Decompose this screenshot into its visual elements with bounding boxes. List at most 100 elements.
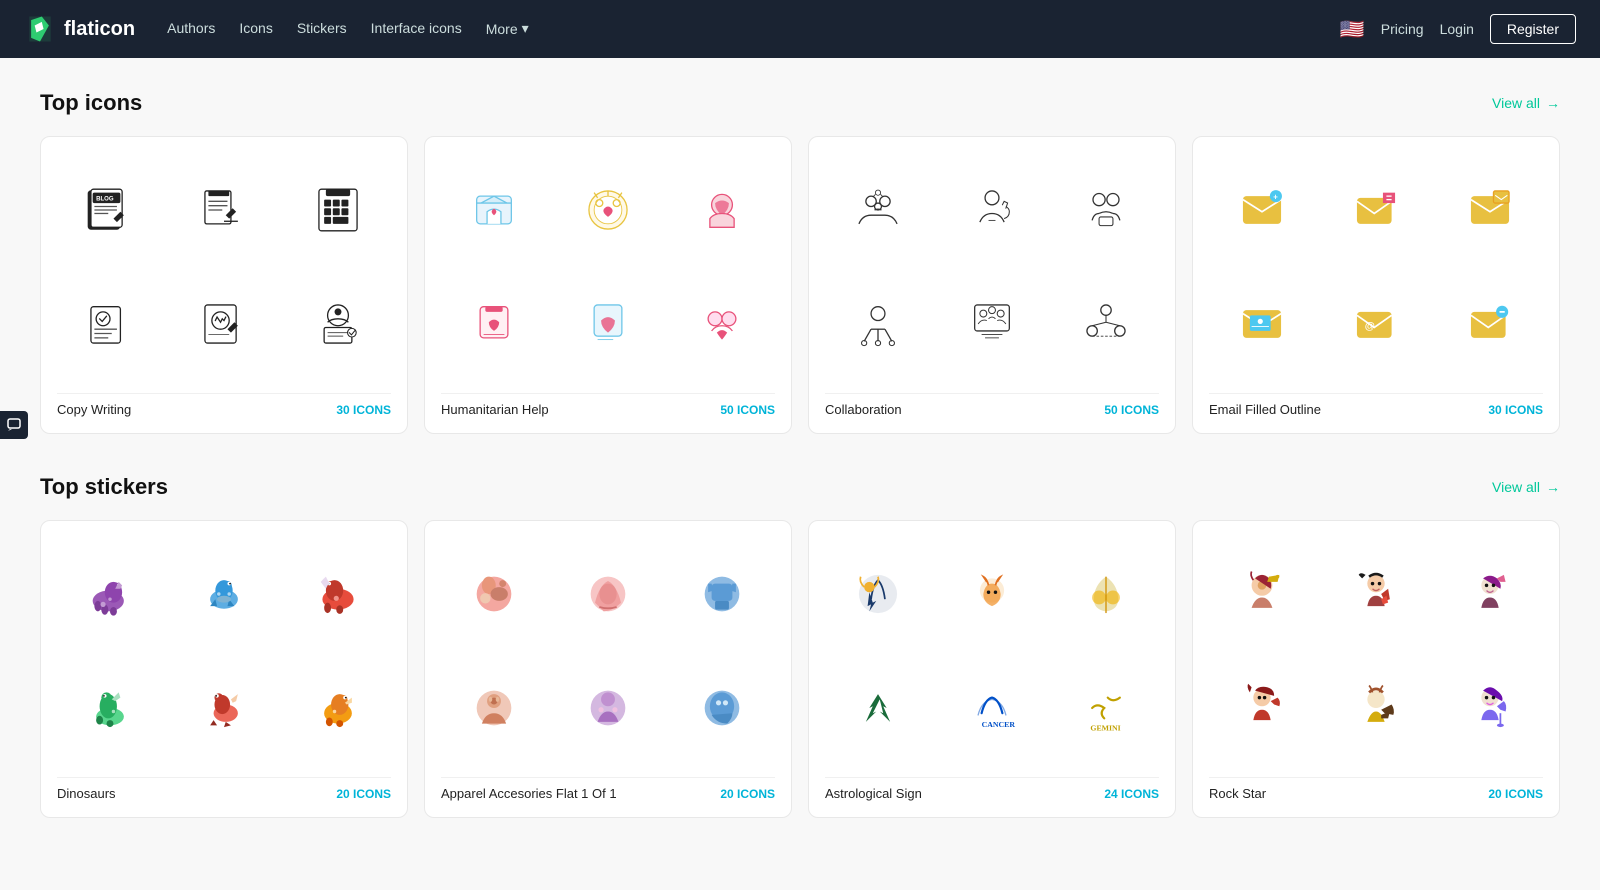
- pack-icons-copywriting: BLOG: [57, 157, 391, 377]
- top-stickers-header: Top stickers View all →: [40, 474, 1560, 500]
- icon-cell: [1437, 271, 1543, 377]
- sticker-cell: [441, 541, 547, 647]
- sticker-cell: [285, 541, 391, 647]
- pack-footer: Apparel Accesories Flat 1 Of 1 20 ICONS: [441, 777, 775, 801]
- pack-card-copywriting[interactable]: BLOG: [40, 136, 408, 434]
- pack-footer: Rock Star 20 ICONS: [1209, 777, 1543, 801]
- main-content: Top icons View all → BLOG: [0, 58, 1600, 890]
- sticker-cell: [825, 655, 931, 761]
- sticker-cell: [171, 655, 277, 761]
- login-link[interactable]: Login: [1440, 21, 1474, 37]
- nav-right: 🇺🇸 Pricing Login Register: [1340, 14, 1576, 44]
- sticker-cell: CANCER: [939, 655, 1045, 761]
- pack-icons-email: +: [1209, 157, 1543, 377]
- logo-icon: [24, 13, 56, 45]
- icon-cell: +: [1209, 157, 1315, 263]
- pack-name: Astrological Sign: [825, 786, 922, 801]
- pack-footer: Collaboration 50 ICONS: [825, 393, 1159, 417]
- nav-links: Authors Icons Stickers Interface icons M…: [167, 20, 529, 38]
- arrow-right-icon: →: [1546, 479, 1560, 495]
- pack-name: Rock Star: [1209, 786, 1266, 801]
- pack-card-apparel[interactable]: Apparel Accesories Flat 1 Of 1 20 ICONS: [424, 520, 792, 818]
- pack-card-rockstar[interactable]: Rock Star 20 ICONS: [1192, 520, 1560, 818]
- pack-stickers-apparel: [441, 541, 775, 761]
- pack-count: 20 ICONS: [336, 787, 391, 801]
- top-icons-grid: BLOG: [40, 136, 1560, 434]
- icon-cell: [669, 271, 775, 377]
- icon-cell: [939, 271, 1045, 377]
- icon-cell: [441, 157, 547, 263]
- sticker-cell: [939, 541, 1045, 647]
- language-flag[interactable]: 🇺🇸: [1340, 17, 1365, 42]
- sticker-cell: [171, 541, 277, 647]
- sticker-cell: [825, 541, 931, 647]
- sticker-cell: [57, 541, 163, 647]
- pack-count: 50 ICONS: [1104, 403, 1159, 417]
- pack-name: Copy Writing: [57, 402, 131, 417]
- icon-cell: [1437, 157, 1543, 263]
- pricing-link[interactable]: Pricing: [1381, 21, 1424, 37]
- top-icons-view-all[interactable]: View all →: [1492, 95, 1560, 111]
- nav-stickers[interactable]: Stickers: [297, 20, 347, 36]
- icon-cell: [285, 271, 391, 377]
- pack-count: 24 ICONS: [1104, 787, 1159, 801]
- top-stickers-view-all[interactable]: View all →: [1492, 479, 1560, 495]
- pack-count: 50 ICONS: [720, 403, 775, 417]
- sticker-cell: [555, 541, 661, 647]
- top-stickers-title: Top stickers: [40, 474, 168, 500]
- sticker-cell: [1437, 541, 1543, 647]
- pack-card-humanitarian[interactable]: Humanitarian Help 50 ICONS: [424, 136, 792, 434]
- svg-text:@: @: [1365, 321, 1375, 332]
- svg-text:CANCER: CANCER: [982, 720, 1016, 729]
- pack-count: 20 ICONS: [1488, 787, 1543, 801]
- sticker-cell: GEMINI: [1053, 655, 1159, 761]
- icon-cell: [825, 157, 931, 263]
- pack-footer: Humanitarian Help 50 ICONS: [441, 393, 775, 417]
- pack-card-collaboration[interactable]: Collaboration 50 ICONS: [808, 136, 1176, 434]
- chevron-down-icon: ▾: [522, 20, 529, 37]
- pack-stickers-rock: [1209, 541, 1543, 761]
- icon-cell: [1053, 271, 1159, 377]
- sticker-cell: [1323, 655, 1429, 761]
- register-button[interactable]: Register: [1490, 14, 1576, 44]
- sticker-cell: [1437, 655, 1543, 761]
- icon-cell: [171, 157, 277, 263]
- icon-cell: [285, 157, 391, 263]
- nav-icons[interactable]: Icons: [239, 20, 272, 36]
- icon-cell: [669, 157, 775, 263]
- arrow-right-icon: →: [1546, 95, 1560, 111]
- top-icons-header: Top icons View all →: [40, 90, 1560, 116]
- pack-card-astro[interactable]: CANCER GEMINI Astrological Sign 24 ICONS: [808, 520, 1176, 818]
- icon-cell: [171, 271, 277, 377]
- pack-footer: Dinosaurs 20 ICONS: [57, 777, 391, 801]
- icon-cell: [555, 271, 661, 377]
- pack-icons-humanitarian: [441, 157, 775, 377]
- pack-name: Apparel Accesories Flat 1 Of 1: [441, 786, 617, 801]
- pack-card-email[interactable]: +: [1192, 136, 1560, 434]
- nav-interface-icons[interactable]: Interface icons: [371, 20, 462, 36]
- feedback-widget[interactable]: [0, 411, 28, 439]
- pack-count: 20 ICONS: [720, 787, 775, 801]
- pack-name: Collaboration: [825, 402, 902, 417]
- nav-more[interactable]: More ▾: [486, 20, 529, 37]
- svg-text:+: +: [1273, 193, 1278, 202]
- sticker-cell: [1209, 655, 1315, 761]
- icon-cell: [939, 157, 1045, 263]
- sticker-cell: [285, 655, 391, 761]
- icon-cell: [441, 271, 547, 377]
- navbar: flaticon Authors Icons Stickers Interfac…: [0, 0, 1600, 58]
- pack-count: 30 ICONS: [1488, 403, 1543, 417]
- icon-cell: [1323, 157, 1429, 263]
- logo-link[interactable]: flaticon: [24, 13, 135, 45]
- pack-stickers-astro: CANCER GEMINI: [825, 541, 1159, 761]
- pack-name: Dinosaurs: [57, 786, 116, 801]
- icon-cell: BLOG: [57, 157, 163, 263]
- svg-text:GEMINI: GEMINI: [1090, 724, 1120, 733]
- pack-card-dinosaurs[interactable]: Dinosaurs 20 ICONS: [40, 520, 408, 818]
- svg-text:BLOG: BLOG: [96, 196, 114, 202]
- pack-footer: Email Filled Outline 30 ICONS: [1209, 393, 1543, 417]
- logo-text: flaticon: [64, 18, 135, 41]
- top-stickers-grid: Dinosaurs 20 ICONS: [40, 520, 1560, 818]
- nav-authors[interactable]: Authors: [167, 20, 215, 36]
- sticker-cell: [669, 655, 775, 761]
